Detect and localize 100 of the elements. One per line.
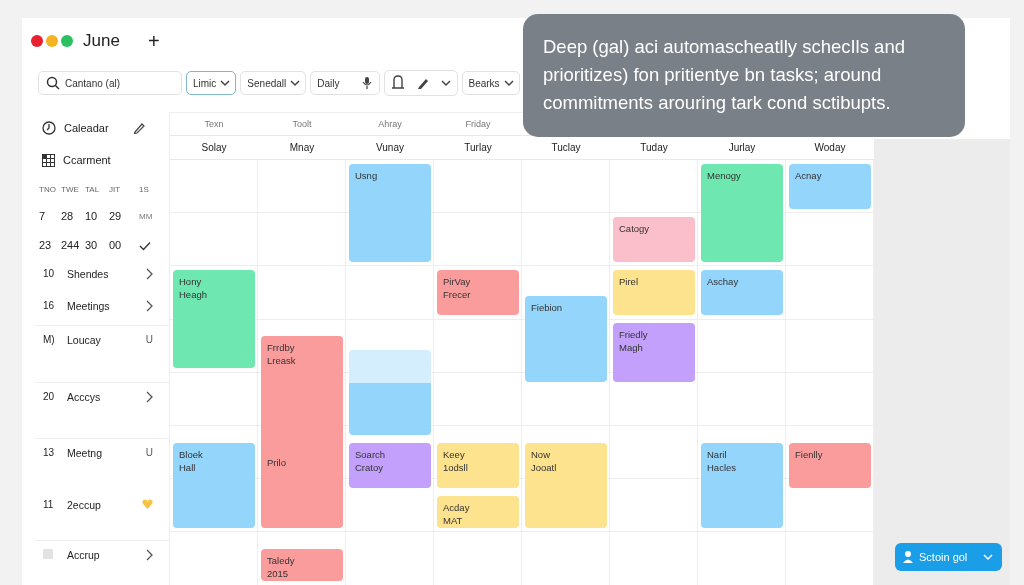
event-title: Jooatl (531, 460, 558, 474)
grid-icon (42, 153, 55, 167)
calendar-event[interactable]: Pirel (613, 269, 695, 316)
calendar-event[interactable]: Aschay (701, 269, 783, 316)
day-header: Jurlay (727, 141, 757, 153)
date-cell[interactable]: 10 (85, 202, 109, 231)
sidebar-item[interactable]: Acccys (67, 391, 137, 403)
calendar-event[interactable]: Now Jooatl (525, 442, 607, 528)
window-close-icon[interactable] (31, 35, 43, 47)
day-header: Tuday (639, 141, 669, 153)
weekday-label: JIT (109, 184, 122, 196)
event-title: Fiebion (531, 301, 564, 315)
sidebar-item[interactable]: Meetings (67, 300, 137, 312)
event-title: Menogy (707, 168, 742, 182)
date-cell[interactable]: 29 (109, 202, 139, 231)
sidebar-item[interactable]: Caleadar (64, 122, 125, 134)
search-icon (46, 76, 60, 90)
event-title: Pirel (619, 274, 639, 288)
calendar-event[interactable]: Bloek Hall (173, 442, 255, 528)
clock-icon (42, 121, 56, 135)
event-title: Now (531, 447, 551, 461)
event-title: Cratoy (355, 460, 384, 474)
day-header: Solay (200, 141, 228, 153)
calendar-event[interactable]: Keey 1odsll (437, 442, 519, 488)
window-maximize-icon[interactable] (61, 35, 73, 47)
event-title: Hall (179, 460, 197, 474)
chevron-right-icon (145, 549, 153, 561)
event-title: Frrdby (267, 341, 296, 355)
event-title: Fienlly (795, 447, 824, 461)
event-title: Lreask (267, 354, 297, 368)
tooltip: Deep (gal) aci automascheatlly schecIls and prioritizes) fon pritientye bn tasks; around commitments arouring tark cond sctibupts. (523, 14, 965, 137)
column-label: Friday (464, 119, 492, 130)
chevron-icon (502, 77, 515, 89)
calendar-event[interactable]: Fiebion (525, 296, 607, 382)
item-count: 16 (43, 300, 56, 311)
heart-icon (142, 499, 153, 509)
event-title: Soarch (355, 447, 387, 461)
date-cell[interactable]: 00 (109, 231, 139, 260)
dropdown[interactable]: Senedall (240, 71, 307, 95)
pencil-icon[interactable] (133, 122, 145, 134)
date-cell[interactable]: 23 (39, 231, 61, 260)
square-icon (43, 549, 53, 559)
event-title: Hony (179, 274, 203, 288)
calendar-event[interactable]: Fienlly (789, 442, 871, 488)
day-header: Vunay (375, 141, 405, 153)
event-title: Catogy (619, 221, 651, 235)
sidebar-item[interactable]: Shendes (67, 268, 137, 280)
date-cell[interactable]: 28 (61, 202, 85, 231)
weekday-label: TWE (61, 184, 80, 196)
dropdown[interactable]: Daily (310, 71, 380, 95)
event-title: Heagh (179, 287, 208, 301)
chevron-icon (439, 77, 452, 89)
calendar-event[interactable]: Taledy 2015 (261, 549, 343, 581)
sidebar-item[interactable]: Ccarment (63, 154, 145, 166)
calendar-event[interactable]: Menogy (701, 163, 783, 262)
item-count: 13 (43, 447, 56, 458)
add-button[interactable]: + (143, 29, 164, 53)
weekday-label: 1S (139, 184, 150, 196)
window-title: June (83, 31, 120, 51)
event-title: MAT (443, 513, 464, 527)
date-cell[interactable]: 244 (61, 231, 85, 260)
calendar-event[interactable]: Catogy (613, 216, 695, 262)
event-title: Naril (707, 447, 728, 461)
calendar-event[interactable]: Frrdby Lreask Prilo (261, 336, 343, 528)
event-title: Acday (443, 500, 471, 514)
date-cell[interactable]: MM (139, 202, 163, 231)
calendar-event[interactable]: Soarch Cratoy (349, 442, 431, 488)
day-header: Woday (813, 141, 847, 153)
event-title: Acnay (795, 168, 823, 182)
calendar-event[interactable]: Friedly Magh (613, 323, 695, 382)
dropdown[interactable]: Bearks (461, 71, 520, 95)
calendar-event[interactable]: Acday MAT (437, 495, 519, 528)
check-icon (139, 240, 151, 251)
event-title: Usng (355, 168, 379, 182)
event-title: Taledy (267, 554, 296, 568)
search-field[interactable]: Cantano (al) (38, 71, 182, 95)
date-cell[interactable]: 7 (39, 202, 61, 231)
event-note: Prilo (267, 457, 287, 469)
sidebar-item[interactable]: Meetng (67, 447, 138, 459)
calendar-event[interactable]: Naril Hacles (701, 442, 783, 528)
microphone-icon (361, 76, 372, 90)
calendar-event[interactable]: Usng (349, 163, 431, 262)
chevron-icon (289, 77, 302, 89)
calendar-event[interactable]: Acnay (789, 163, 871, 209)
chevron-icon (982, 551, 994, 563)
calendar-event[interactable]: Hony Heagh (173, 269, 255, 369)
calendar-event[interactable]: PirVay Frecer (437, 269, 519, 316)
item-count: 10 (43, 268, 56, 279)
event-title: PirVay (443, 274, 472, 288)
chevron-icon (219, 77, 232, 89)
dropdown[interactable]: Limic (186, 71, 237, 95)
event-title: 2015 (267, 567, 290, 581)
day-header: Turlay (463, 141, 493, 153)
date-cell[interactable]: 30 (85, 231, 109, 260)
sidebar-item[interactable]: Accrup (67, 549, 137, 561)
pen-icon (415, 76, 430, 90)
sidebar-item[interactable]: 2eccup (67, 499, 134, 511)
weekday-label: TNO (39, 184, 57, 196)
event-title: 1odsll (443, 460, 469, 474)
sidebar-item[interactable]: Loucay (67, 334, 138, 346)
